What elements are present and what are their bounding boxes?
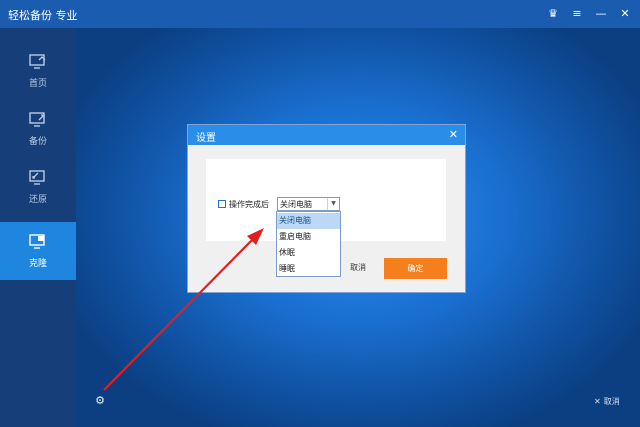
close-icon[interactable]: ✕ xyxy=(618,6,632,20)
dialog-title: 设置 xyxy=(196,133,216,144)
ok-button[interactable]: 确定 xyxy=(384,258,447,279)
backup-monitor-icon xyxy=(29,111,45,127)
dropdown-option[interactable]: 休眠 xyxy=(277,245,340,261)
sidebar-item-label: 还原 xyxy=(28,194,47,205)
sidebar-item-clone[interactable]: 克隆 xyxy=(0,222,76,280)
sidebar-item-label: 备份 xyxy=(28,136,47,147)
dialog-close-icon[interactable]: ✕ xyxy=(449,128,458,141)
home-monitor-icon xyxy=(29,53,46,69)
dropdown-option[interactable]: 关闭电脑 xyxy=(277,213,340,229)
sidebar-item-label: 首页 xyxy=(28,78,47,89)
after-operation-select[interactable]: 关闭电脑 ▼ xyxy=(277,197,340,211)
footer-cancel-button[interactable]: ✕ 取消 xyxy=(594,396,620,407)
sidebar-item-label: 克隆 xyxy=(28,258,47,269)
sidebar-item-backup[interactable]: 备份 xyxy=(0,100,76,158)
sidebar: 首页 备份 还原 克隆 xyxy=(0,28,76,427)
select-value: 关闭电脑 xyxy=(280,200,312,209)
close-icon: ✕ xyxy=(594,397,601,406)
app-title: 轻松备份 专业 xyxy=(8,9,78,22)
restore-monitor-icon xyxy=(29,169,45,185)
app-window: 轻松备份 专业 ♛ ≡ — ✕ 首页 备份 还原 克隆 ⚙ ✕ 取消 设置 ✕ … xyxy=(0,0,640,427)
cancel-button[interactable]: 取消 xyxy=(346,261,370,275)
sidebar-item-restore[interactable]: 还原 xyxy=(0,158,76,216)
sidebar-item-home[interactable]: 首页 xyxy=(0,42,76,100)
dropdown-option[interactable]: 睡眠 xyxy=(277,261,340,277)
dialog-header: 设置 ✕ xyxy=(188,125,465,145)
minimize-icon[interactable]: — xyxy=(594,6,608,20)
chevron-down-icon[interactable]: ▼ xyxy=(327,198,339,210)
after-operation-checkbox[interactable] xyxy=(218,200,226,208)
footer-cancel-label: 取消 xyxy=(603,397,620,406)
window-controls: ♛ ≡ — ✕ xyxy=(546,6,632,20)
clone-monitor-icon xyxy=(29,233,45,249)
after-operation-label: 操作完成后 xyxy=(229,200,269,209)
gear-icon[interactable]: ⚙ xyxy=(94,395,106,407)
menu-icon[interactable]: ≡ xyxy=(570,6,584,20)
title-bar: 轻松备份 专业 ♛ ≡ — ✕ xyxy=(0,0,640,28)
dropdown-option[interactable]: 重启电脑 xyxy=(277,229,340,245)
crown-icon[interactable]: ♛ xyxy=(546,6,560,20)
select-dropdown-list: 关闭电脑 重启电脑 休眠 睡眠 xyxy=(276,211,341,277)
